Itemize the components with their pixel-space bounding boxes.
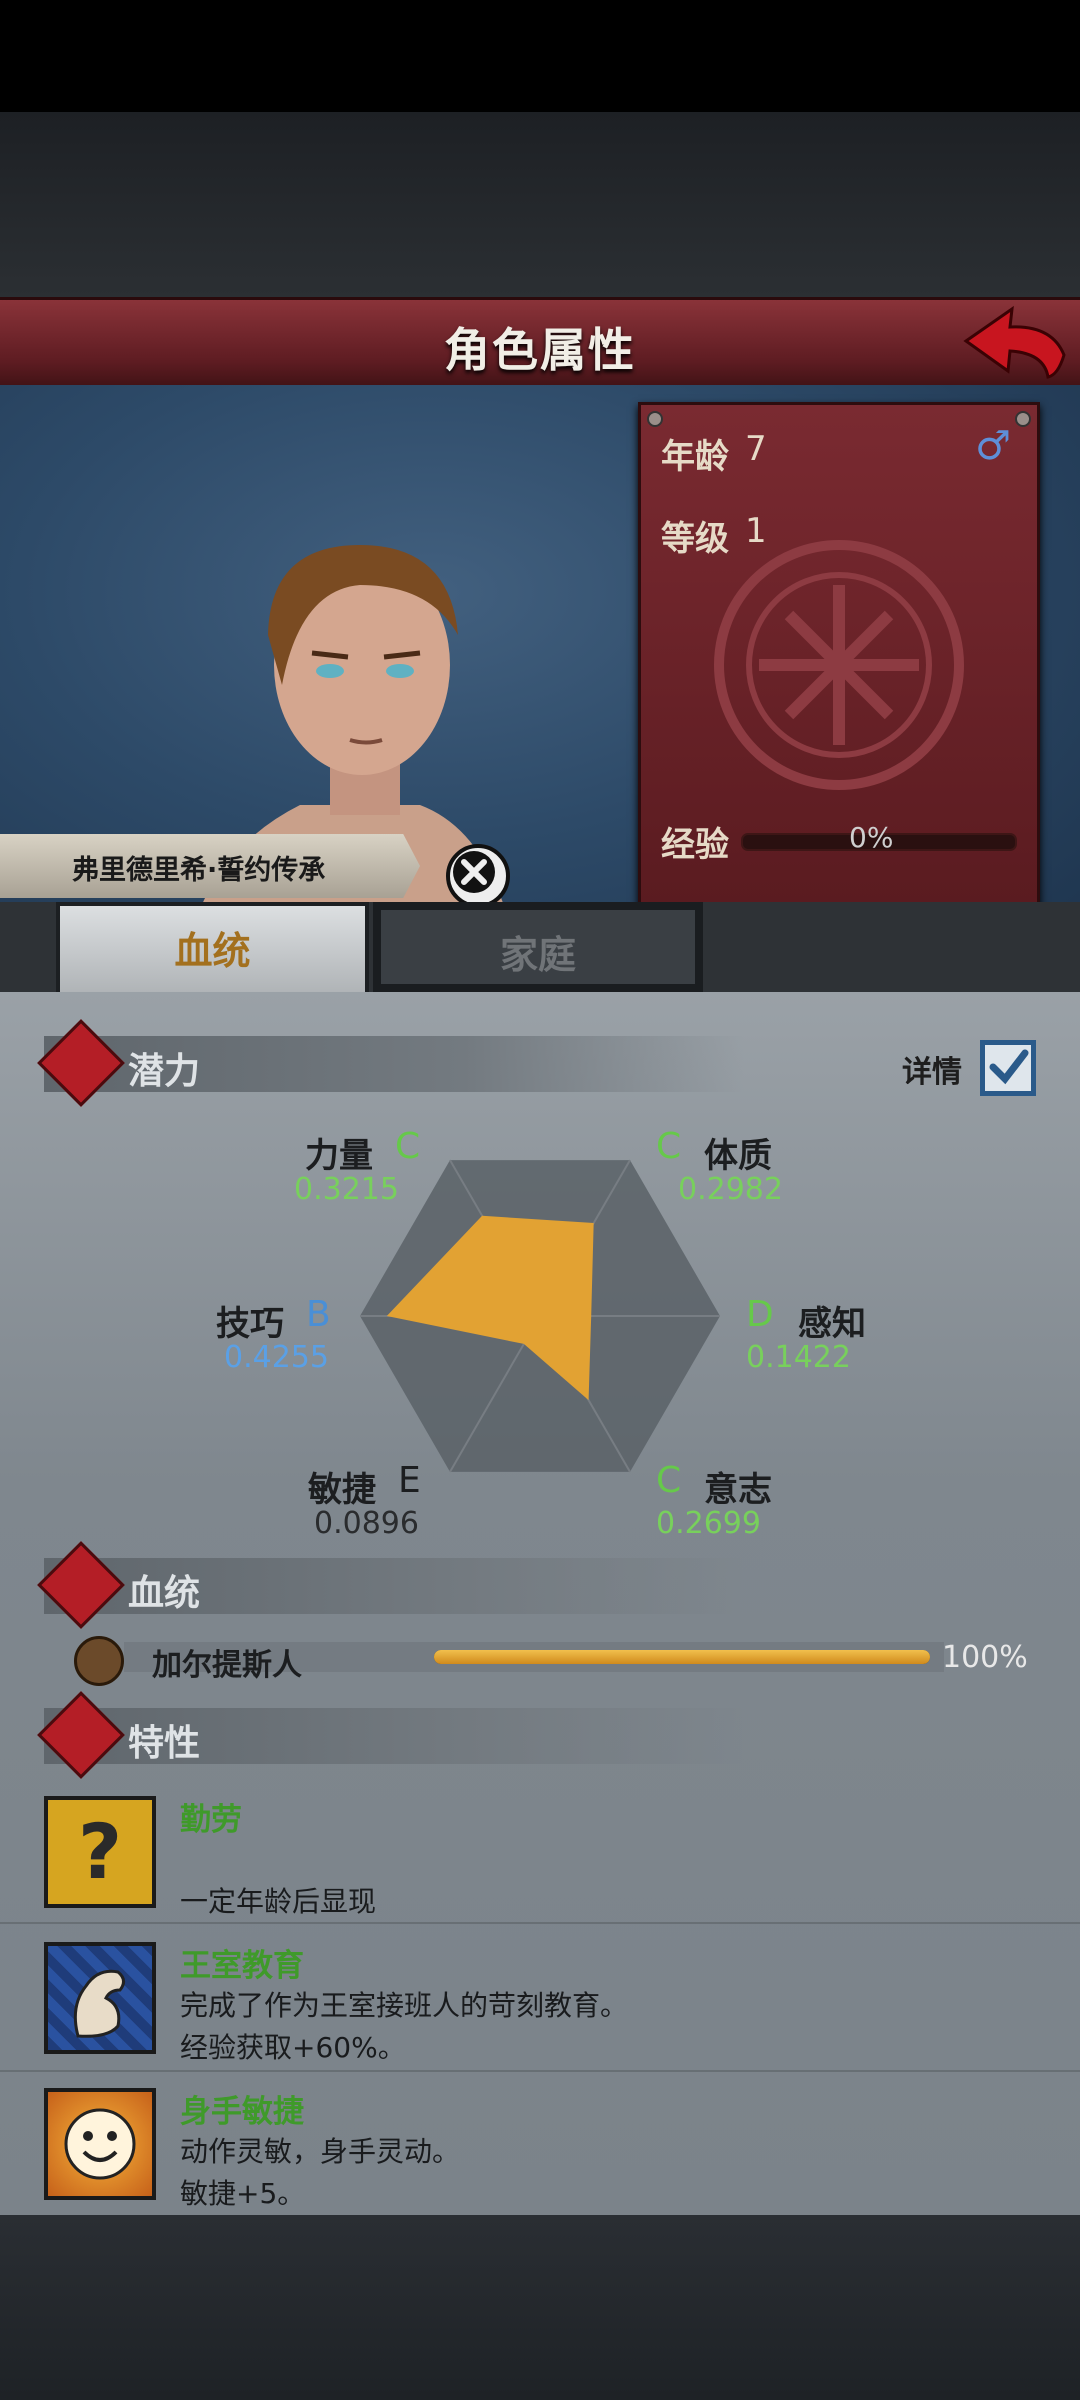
stat-will-value: 0.2699: [656, 1506, 761, 1541]
svg-text:?: ?: [78, 1807, 122, 1896]
potential-header: 潜力: [37, 1019, 744, 1107]
detail-label: 详情: [902, 1055, 962, 1090]
trait-name-3: 身手敏捷: [180, 2094, 304, 2130]
close-icon: [453, 851, 495, 893]
level-label: 等级: [661, 519, 729, 559]
question-icon[interactable]: ?: [44, 1796, 156, 1908]
stat-perception-grade: D: [746, 1294, 774, 1335]
traits-title: 特性: [128, 1723, 201, 1764]
stat-skill-name: 技巧: [216, 1304, 284, 1344]
status-area: [0, 0, 1080, 112]
title-bar: 角色属性: [0, 297, 1080, 392]
rivet-icon: [1015, 411, 1031, 427]
close-button[interactable]: [446, 844, 510, 908]
top-strip: [0, 112, 1080, 297]
bloodline-percent: 100%: [942, 1640, 1028, 1675]
trait-desc-3a: 动作灵敏，身手灵动。: [180, 2135, 461, 2168]
smiley-icon[interactable]: [44, 2088, 156, 2200]
page-title: 角色属性: [444, 323, 636, 377]
back-arrow-icon[interactable]: [960, 303, 1070, 381]
tab-family[interactable]: 家庭: [373, 902, 703, 992]
stat-agility-name: 敏捷: [308, 1470, 376, 1510]
stat-strength-grade: C: [395, 1126, 421, 1167]
divider: [0, 1922, 1080, 1924]
stat-agility-grade: E: [398, 1460, 421, 1501]
character-nameplate: 弗里德里希·誓约传承: [0, 834, 420, 898]
tab-bloodline[interactable]: 血统: [56, 902, 369, 996]
detail-checkbox[interactable]: [980, 1040, 1036, 1096]
tribe-emblem-icon: [74, 1636, 124, 1686]
level-value: 1: [745, 511, 767, 551]
rivet-icon: [647, 411, 663, 427]
stat-perception-value: 0.1422: [746, 1340, 851, 1375]
profile-card: 年龄 7 ♂ 等级 1 经验 0%: [638, 402, 1040, 908]
trait-desc-2b: 经验获取+60%。: [180, 2031, 406, 2064]
bloodline-title: 血统: [128, 1573, 201, 1614]
smiley-glyph: [64, 2108, 136, 2180]
bloodline-row: 加尔提斯人 100%: [74, 1636, 1034, 1686]
traits-header: 特性: [37, 1691, 744, 1779]
muscle-arm-icon[interactable]: [44, 1942, 156, 2054]
male-icon: ♂: [975, 423, 1011, 469]
age-value: 7: [745, 429, 767, 469]
tab-bar: 血统 家庭: [0, 902, 1080, 996]
stat-constitution-name: 体质: [704, 1136, 772, 1176]
trait-name-1: 勤劳: [180, 1802, 242, 1838]
stat-will-grade: C: [656, 1460, 682, 1501]
stat-perception-name: 感知: [798, 1304, 866, 1344]
divider: [0, 2070, 1080, 2072]
trait-desc-1: 一定年龄后显现: [180, 1885, 377, 1918]
potential-title: 潜力: [128, 1051, 201, 1092]
trait-desc-3b: 敏捷+5。: [180, 2177, 306, 2210]
bottom-area: [0, 2215, 1080, 2400]
age-label: 年龄: [661, 437, 729, 477]
exp-value: 0%: [849, 821, 894, 854]
bloodline-name: 加尔提斯人: [152, 1648, 302, 1683]
stat-skill-grade: B: [306, 1294, 331, 1335]
checkmark-icon: [989, 1049, 1029, 1085]
character-name: 弗里德里希·誓约传承: [72, 855, 326, 886]
stat-skill-value: 0.4255: [224, 1340, 329, 1375]
bloodline-header: 血统: [37, 1541, 744, 1629]
stat-strength-value: 0.3215: [294, 1172, 399, 1207]
bloodline-bar-fill: [434, 1650, 930, 1664]
trait-name-2: 王室教育: [180, 1948, 304, 1984]
stat-agility-value: 0.0896: [314, 1506, 419, 1541]
arm-glyph: [73, 1969, 125, 2038]
question-glyph: ?: [78, 1807, 122, 1896]
stat-will-name: 意志: [704, 1470, 772, 1510]
stat-constitution-grade: C: [656, 1126, 682, 1167]
stat-strength-name: 力量: [305, 1136, 373, 1176]
exp-label: 经验: [661, 825, 729, 865]
bloodline-bar: [434, 1650, 930, 1664]
celtic-knot-emblem: [714, 540, 964, 790]
stat-constitution-value: 0.2982: [678, 1172, 783, 1207]
trait-desc-2a: 完成了作为王室接班人的苛刻教育。: [180, 1989, 629, 2022]
